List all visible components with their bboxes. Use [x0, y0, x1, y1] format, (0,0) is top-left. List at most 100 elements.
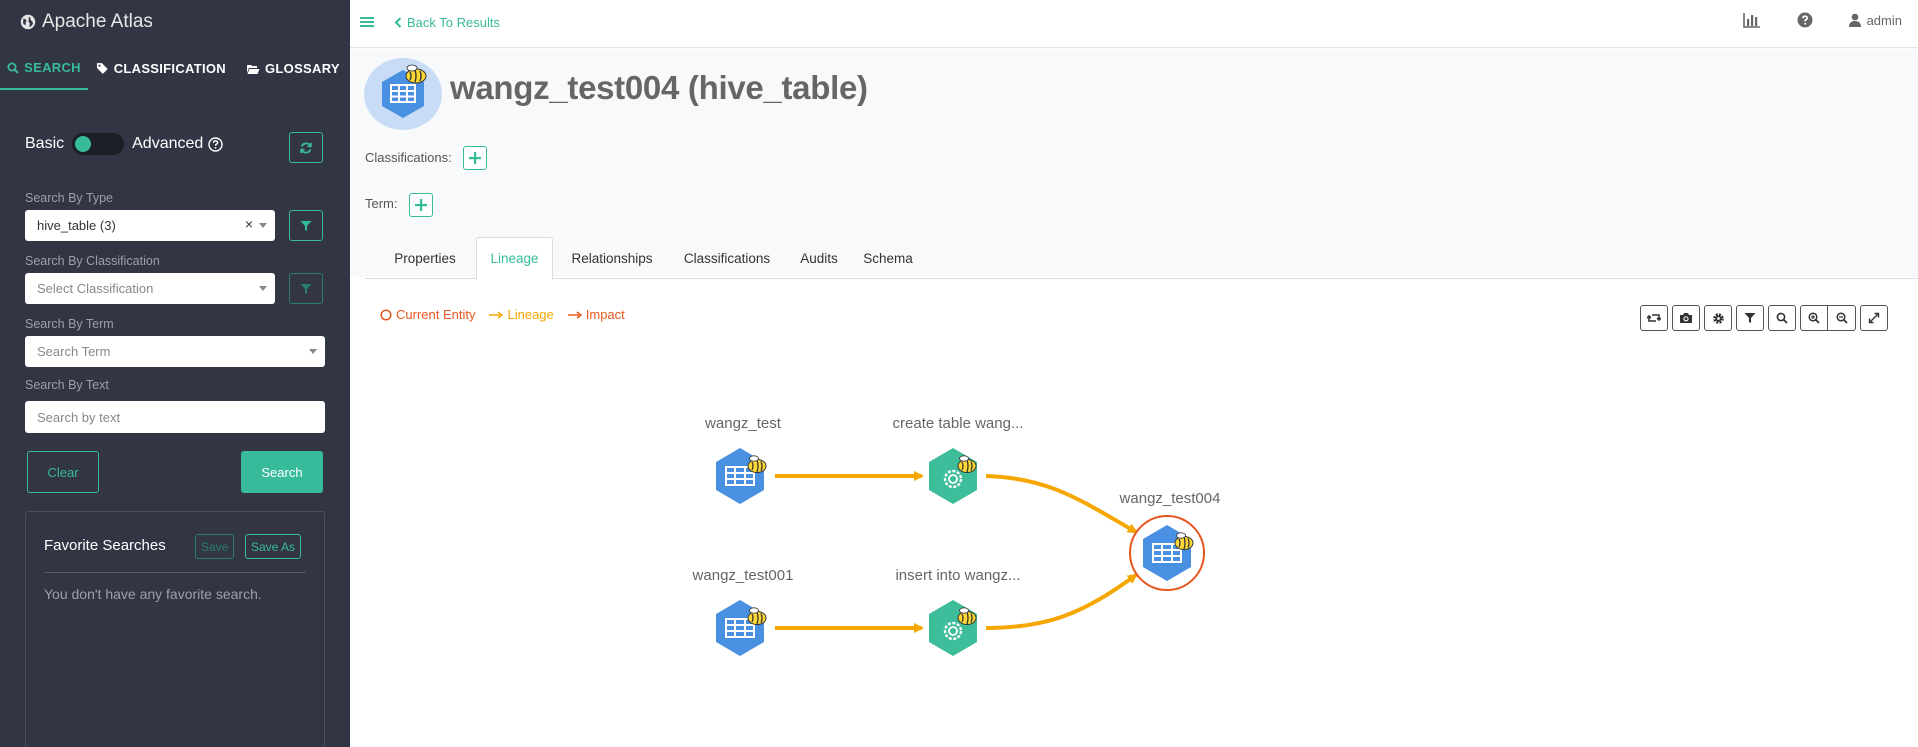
gear-icon — [1712, 312, 1724, 324]
tab-glossary-label: GLOSSARY — [265, 61, 340, 76]
tab-glossary[interactable]: GLOSSARY — [246, 47, 350, 90]
lineage-toolbar — [1640, 305, 1892, 331]
search-icon — [1776, 312, 1788, 324]
zoom-in-icon — [1808, 312, 1820, 324]
classifications-label: Classifications: — [365, 150, 452, 165]
basic-label: Basic — [25, 135, 65, 152]
lineage-node-wangz-test001[interactable]: wangz_test001 — [692, 567, 794, 656]
expand-icon — [1868, 312, 1880, 324]
arrow-right-icon — [567, 310, 582, 319]
user-icon — [1848, 13, 1861, 27]
lineage-graph[interactable]: wangz_test create table wang... wangz_te… — [350, 330, 1918, 747]
tab-classification-label: CLASSIFICATION — [113, 61, 226, 76]
search-node-button[interactable] — [1768, 305, 1796, 331]
entity-title: wangz_test004 (hive_table) — [450, 69, 868, 106]
globe-icon — [20, 14, 36, 30]
zoom-out-button[interactable] — [1828, 305, 1856, 331]
entity-icon — [364, 58, 442, 130]
refresh-icon — [300, 142, 312, 153]
sidebar: Apache Atlas SEARCH CLASSIFICATION GLOSS… — [0, 0, 350, 747]
search-text-input[interactable] — [25, 401, 325, 433]
zoom-out-icon — [1835, 312, 1848, 324]
chevron-down-icon — [259, 223, 267, 228]
export-image-button[interactable] — [1672, 305, 1700, 331]
tab-search[interactable]: SEARCH — [0, 47, 88, 90]
top-bar: Back To Results admin — [350, 0, 1918, 48]
legend-lineage-label: Lineage — [507, 307, 554, 322]
plus-icon — [469, 152, 481, 164]
term-select[interactable]: Search Term — [25, 336, 325, 367]
clear-button[interactable]: Clear — [27, 451, 99, 493]
add-term-button[interactable] — [409, 193, 433, 217]
save-as-favorite-button[interactable]: Save As — [245, 534, 302, 559]
favorites-empty-message: You don't have any favorite search. — [44, 586, 262, 602]
settings-button[interactable] — [1704, 305, 1732, 331]
top-icons: admin — [1742, 12, 1902, 28]
save-favorite-button[interactable]: Save — [195, 534, 235, 559]
main-content: Back To Results admin wangz_test004 (hiv… — [350, 0, 1918, 747]
term-select-placeholder: Search Term — [37, 344, 111, 359]
user-menu[interactable]: admin — [1848, 12, 1902, 28]
help-icon[interactable] — [1797, 12, 1819, 28]
term-label: Search By Term — [25, 317, 114, 331]
entity-tabs: Properties Lineage Relationships Classif… — [365, 237, 1918, 280]
filter-button[interactable] — [1736, 305, 1764, 331]
tab-lineage[interactable]: Lineage — [476, 237, 553, 280]
tab-properties[interactable]: Properties — [380, 237, 470, 279]
classification-select-placeholder: Select Classification — [37, 281, 154, 296]
legend-current-label: Current Entity — [396, 307, 476, 322]
legend-impact: Impact — [567, 307, 625, 322]
menu-icon[interactable] — [360, 16, 374, 28]
tag-icon — [96, 63, 108, 74]
chevron-down-icon — [309, 349, 317, 354]
app-title: Apache Atlas — [42, 10, 153, 32]
classification-filter-button[interactable] — [289, 273, 323, 304]
zoom-in-button[interactable] — [1800, 305, 1828, 331]
app-brand[interactable]: Apache Atlas — [0, 0, 350, 43]
add-classification-button[interactable] — [463, 146, 487, 170]
search-icon — [7, 62, 19, 74]
tab-search-label: SEARCH — [24, 60, 81, 75]
node-label: create table wang... — [893, 415, 1024, 432]
refresh-button[interactable] — [289, 132, 323, 163]
tab-schema[interactable]: Schema — [855, 237, 921, 279]
text-label: Search By Text — [25, 378, 109, 392]
user-name: admin — [1866, 12, 1902, 28]
tab-classification[interactable]: CLASSIFICATION — [96, 47, 226, 90]
advanced-label: Advanced — [132, 135, 204, 152]
chevron-left-icon — [394, 17, 402, 28]
favorite-searches-title: Favorite Searches — [44, 537, 166, 554]
tab-classifications[interactable]: Classifications — [671, 237, 783, 279]
type-select-value: hive_table (3) — [37, 218, 116, 233]
plus-icon — [415, 199, 427, 211]
fullscreen-button[interactable] — [1860, 305, 1888, 331]
lineage-node-create-table[interactable]: create table wang... — [893, 415, 1024, 504]
circle-icon — [380, 308, 392, 321]
lineage-node-wangz-test[interactable]: wangz_test — [704, 415, 782, 504]
statistics-icon[interactable] — [1742, 12, 1767, 28]
type-label: Search By Type — [25, 191, 114, 205]
classification-select[interactable]: Select Classification — [25, 273, 275, 304]
question-circle-icon[interactable] — [208, 136, 223, 152]
lineage-edge — [985, 474, 1138, 534]
lineage-node-insert-into[interactable]: insert into wangz... — [895, 567, 1021, 656]
search-mode-switch[interactable] — [72, 133, 125, 155]
search-mode-toggle-row: Basic Advanced — [25, 133, 223, 155]
legend-current-entity: Current Entity — [380, 307, 475, 322]
sidebar-tabs: SEARCH CLASSIFICATION GLOSSARY — [0, 47, 350, 90]
filter-icon — [1744, 313, 1756, 323]
legend-impact-label: Impact — [585, 307, 625, 322]
search-button[interactable]: Search — [241, 451, 323, 493]
folder-open-icon — [247, 64, 260, 74]
clear-icon[interactable]: × — [245, 216, 253, 232]
tab-relationships[interactable]: Relationships — [559, 237, 665, 279]
reset-button[interactable] — [1640, 305, 1668, 331]
type-select[interactable]: hive_table (3) × — [25, 210, 275, 241]
filter-icon — [300, 283, 312, 294]
back-to-results-link[interactable]: Back To Results — [394, 15, 500, 30]
lineage-legend: Current Entity Lineage Impact — [380, 307, 639, 322]
type-filter-button[interactable] — [289, 210, 323, 241]
tab-audits[interactable]: Audits — [789, 237, 849, 279]
divider — [44, 572, 306, 573]
node-label: wangz_test001 — [692, 567, 794, 584]
